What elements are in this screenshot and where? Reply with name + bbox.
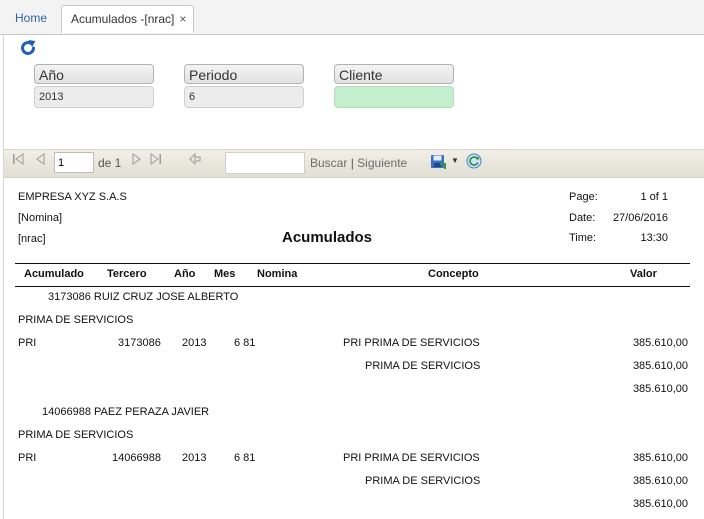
cliente-field[interactable] [334, 86, 454, 108]
date-value: 27/06/2016 [612, 212, 668, 224]
periodo-label: Periodo [184, 64, 304, 84]
subtotal-label: PRIMA DE SERVICIOS [365, 360, 481, 372]
back-to-parent-icon[interactable] [189, 152, 201, 168]
cliente-label: Cliente [334, 64, 454, 84]
subtotal-value: 385.610,00 [632, 475, 688, 487]
save-export-icon[interactable] [430, 154, 446, 173]
siguiente-link[interactable]: Siguiente [357, 156, 407, 170]
last-page-icon[interactable] [150, 153, 162, 168]
header-top-rule [15, 263, 690, 264]
row-concepto: PRI PRIMA DE SERVICIOS [343, 337, 480, 349]
tab-acumulados[interactable]: Acumulados -[nrac] × [61, 5, 194, 33]
subtotal-label: PRIMA DE SERVICIOS [365, 475, 481, 487]
col-acumulado: Acumulado [24, 268, 84, 280]
group-total-value: 385.610,00 [632, 383, 688, 395]
report-code: [nrac] [18, 233, 46, 245]
refresh-report-icon[interactable] [466, 153, 482, 172]
row-concepto: PRI PRIMA DE SERVICIOS [343, 452, 480, 464]
row-acumulado: PRI [18, 452, 37, 464]
previous-page-icon[interactable] [35, 153, 47, 168]
dropdown-arrow-icon[interactable]: ▼ [451, 156, 459, 165]
row-valor: 385.610,00 [632, 452, 688, 464]
row-anio: 2013 [182, 452, 207, 464]
refresh-icon[interactable] [18, 38, 38, 58]
row-anio: 2013 [182, 337, 207, 349]
page-total: de 1 [98, 156, 122, 170]
time-label: Time: [569, 232, 597, 244]
next-page-icon[interactable] [130, 153, 142, 168]
page-value: 1 of 1 [640, 191, 668, 203]
col-tercero: Tercero [107, 268, 147, 280]
first-page-icon[interactable] [12, 153, 24, 168]
row-tercero: 14066988 [112, 452, 161, 464]
date-label: Date: [569, 212, 596, 224]
periodo-field[interactable]: 6 [184, 86, 304, 108]
link-separator: | [350, 156, 354, 170]
group-total-value: 385.610,00 [632, 498, 688, 510]
header-bottom-rule [15, 286, 690, 287]
find-controls: Buscar | Siguiente [310, 156, 407, 170]
tab-label: Acumulados -[nrac] [71, 12, 175, 26]
concept-group-header: PRIMA DE SERVICIOS [18, 314, 134, 326]
find-text-input[interactable] [225, 152, 305, 174]
time-value: 13:30 [640, 232, 668, 244]
tab-home[interactable]: Home [4, 5, 58, 33]
close-icon[interactable]: × [179, 12, 186, 26]
col-valor: Valor [630, 268, 657, 280]
row-mes-nomina: 6 81 [234, 337, 256, 349]
module-name: [Nomina] [18, 212, 63, 224]
subtotal-value: 385.610,00 [632, 360, 688, 372]
row-mes-nomina: 6 81 [234, 452, 256, 464]
buscar-link[interactable]: Buscar [310, 156, 347, 170]
row-valor: 385.610,00 [632, 337, 688, 349]
col-concepto: Concepto [428, 268, 479, 280]
company-name: EMPRESA XYZ S.A.S [18, 191, 127, 203]
anio-field[interactable]: 2013 [34, 86, 154, 108]
col-nomina: Nomina [257, 268, 298, 280]
concept-group-header: PRIMA DE SERVICIOS [18, 429, 134, 441]
page-number-input[interactable] [54, 152, 94, 173]
page-label: Page: [569, 191, 598, 203]
col-anio: Año [174, 268, 196, 280]
row-acumulado: PRI [18, 337, 37, 349]
report-title: Acumulados [282, 229, 373, 246]
col-mes: Mes [214, 268, 236, 280]
row-tercero: 3173086 [118, 337, 161, 349]
employee-header: 14066988 PAEZ PERAZA JAVIER [42, 406, 210, 418]
employee-header: 3173086 RUIZ CRUZ JOSE ALBERTO [48, 291, 239, 303]
anio-label: Año [34, 64, 154, 84]
